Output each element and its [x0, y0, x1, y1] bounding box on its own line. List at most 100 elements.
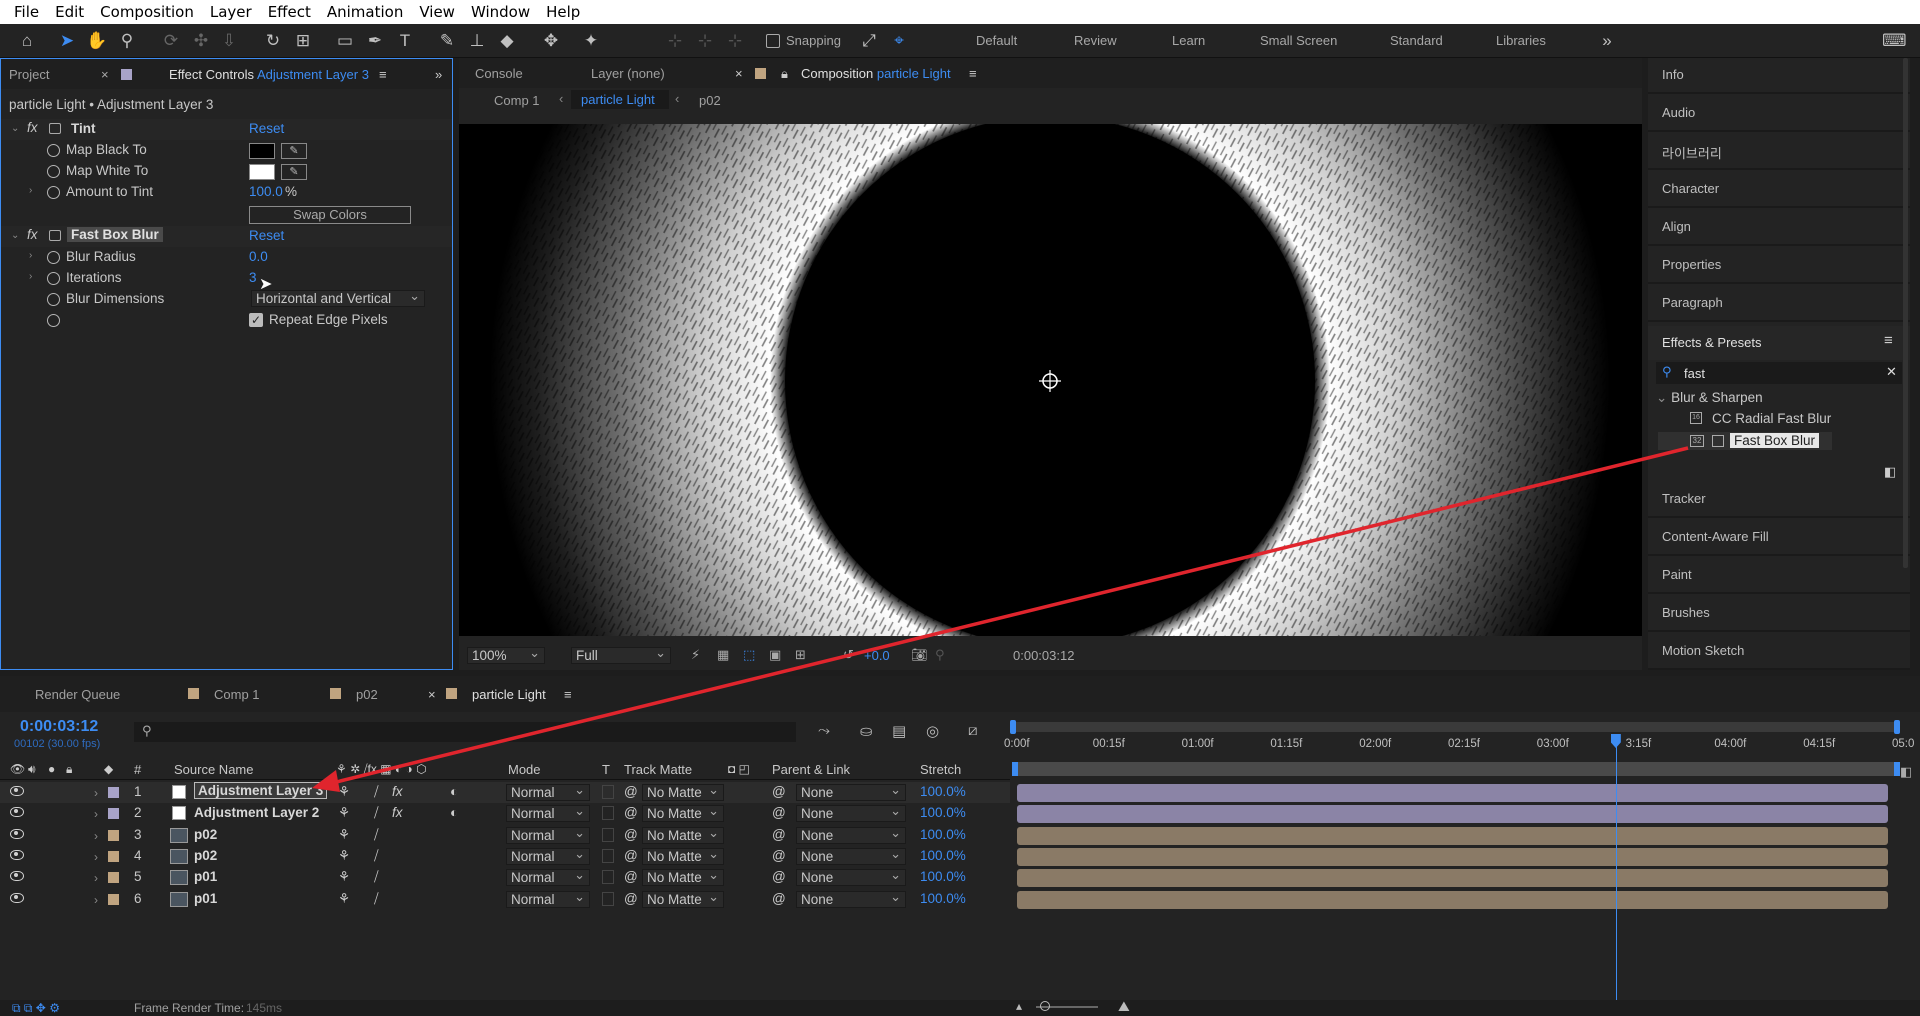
dolly-camera-icon[interactable]: ⇩ [218, 30, 240, 52]
track-matte-select[interactable]: No Matte [642, 803, 724, 823]
shy-switch-icon[interactable]: ⚘ [338, 784, 350, 800]
stopwatch-icon[interactable] [47, 293, 60, 306]
layer-source-name[interactable]: Adjustment Layer 3 [194, 782, 328, 799]
panel-4items_bottom[interactable]: Motion Sketch [1662, 643, 1744, 658]
snap-edges-icon[interactable]: ⤢ [858, 30, 880, 52]
quality-switch-icon[interactable]: ⧸ [374, 869, 379, 885]
parent-select[interactable]: None [796, 782, 906, 801]
pan-camera-icon[interactable]: ✣ [190, 30, 212, 52]
layer-duration-bar[interactable] [1017, 784, 1888, 802]
menu-view[interactable]: View [411, 3, 463, 21]
table-row[interactable]: › 3 p02 ⚘ ⧸ Normal @ No Matte @ None 100.0% [0, 825, 1010, 846]
transparency-grid-icon[interactable]: ▦ [717, 647, 729, 663]
frame-blending-icon[interactable]: ▤ [892, 722, 906, 740]
matte-pickwhip-icon[interactable]: @ [624, 891, 638, 906]
time-ruler[interactable]: 0:00f 00:15f 01:00f 01:15f 02:00f 02:15f 03:00… [1004, 734, 1914, 756]
visibility-eye-icon[interactable] [10, 871, 24, 882]
matte-pickwhip-icon[interactable]: @ [624, 784, 638, 799]
menu-animation[interactable]: Animation [319, 3, 411, 21]
layer-source-name[interactable]: p02 [194, 848, 217, 863]
matte-pickwhip-icon[interactable]: @ [624, 805, 638, 820]
resolution-select[interactable]: Full [571, 645, 671, 664]
parent-pickwhip-icon[interactable]: @ [772, 869, 786, 884]
stretch-value[interactable]: 100.0% [920, 805, 966, 820]
layer-label-color[interactable] [108, 872, 119, 884]
selection-tool-icon[interactable]: ➤ [56, 30, 78, 52]
fast-previews-icon[interactable]: ⚡ [691, 647, 700, 663]
table-row[interactable]: › 2 Adjustment Layer 2 ⚘ ⧸ fx ◐ Normal @ No Matte… [0, 803, 1010, 824]
parent-pickwhip-icon[interactable]: @ [772, 848, 786, 863]
draft-3d-icon[interactable]: ⛀ [860, 722, 873, 740]
quality-switch-icon[interactable]: ⧸ [374, 827, 379, 843]
layer-source-name[interactable]: Adjustment Layer 2 [194, 805, 319, 820]
stopwatch-icon[interactable] [47, 144, 60, 157]
collapse-chevron-icon[interactable]: ⌄ [11, 230, 19, 241]
effect-switch-icon[interactable]: fx [392, 784, 403, 799]
workspace-menu-icon[interactable]: ⌨ [1882, 30, 1907, 52]
layer-switches-toggle-icon[interactable]: ⧉ ⧉ ✥ ⚙ [12, 1001, 60, 1016]
viewer-timecode[interactable]: 0:00:03:12 [1013, 648, 1074, 663]
layer-source-name[interactable]: p02 [194, 827, 217, 842]
stopwatch-icon[interactable] [47, 165, 60, 178]
menu-file[interactable]: File [6, 3, 47, 21]
workspace-learn[interactable]: Learn [1172, 33, 1205, 48]
blur-radius-value[interactable]: 0.0 [249, 249, 268, 264]
layer-label-color[interactable] [108, 808, 119, 820]
close-icon[interactable]: × [428, 687, 436, 702]
stretch-value[interactable]: 100.0% [920, 869, 966, 884]
eraser-tool-icon[interactable]: ◆ [496, 30, 518, 52]
workspace-default[interactable]: Default [976, 33, 1017, 48]
parent-select[interactable]: None [796, 889, 906, 908]
shy-switch-icon[interactable]: ⚘ [338, 805, 350, 821]
expand-chevron-icon[interactable]: › [29, 271, 32, 282]
menu-effect[interactable]: Effect [260, 3, 319, 21]
blur-dimensions-select[interactable]: Horizontal and Vertical [251, 288, 425, 307]
layer-duration-bar[interactable] [1017, 805, 1888, 824]
effects-category[interactable]: ⌄ Blur & Sharpen [1656, 390, 1763, 406]
expand-chevron-icon[interactable]: › [94, 829, 98, 843]
composition-viewer[interactable] [459, 124, 1642, 636]
zoom-tool-icon[interactable]: ⚲ [116, 30, 138, 52]
show-snapshot-icon[interactable]: ⚲ [935, 647, 945, 663]
puppet-tool-icon[interactable]: ✦ [580, 30, 602, 52]
expand-chevron-icon[interactable]: › [94, 850, 98, 864]
panel-2items_bottom[interactable]: Paint [1662, 567, 1692, 582]
snap-features-icon[interactable]: ⌖ [888, 30, 910, 52]
zoom-select[interactable]: 100% [467, 645, 545, 664]
quality-switch-icon[interactable]: ⧸ [374, 848, 379, 864]
quality-switch-icon[interactable]: ⧸ [374, 805, 379, 821]
grid-guides-icon[interactable]: ⊞ [795, 647, 806, 663]
effects-search-field[interactable]: ⚲ fast ✕ [1656, 362, 1902, 384]
stretch-value[interactable]: 100.0% [920, 891, 966, 906]
eyedropper-icon[interactable]: ✎ [281, 143, 307, 159]
panel-menu-icon[interactable]: ≡ [564, 687, 572, 702]
table-row[interactable]: › 5 p01 ⚘ ⧸ Normal @ No Matte @ None 100.0% [0, 867, 1010, 888]
layer-source-name[interactable]: p01 [194, 869, 217, 884]
track-matte-select[interactable]: No Matte [642, 889, 724, 908]
preserve-transparency-toggle[interactable] [602, 891, 614, 906]
parent-pickwhip-icon[interactable]: @ [772, 805, 786, 820]
visibility-eye-icon[interactable] [10, 786, 24, 796]
layer-label-color[interactable] [108, 893, 119, 905]
rotation-tool-icon[interactable]: ↻ [262, 30, 284, 52]
region-of-interest-icon[interactable]: ▣ [769, 647, 781, 663]
expand-chevron-icon[interactable]: › [94, 807, 98, 821]
swap-colors-button[interactable]: Swap Colors [249, 206, 411, 224]
expand-chevron-icon[interactable]: › [94, 786, 98, 800]
parent-pickwhip-icon[interactable]: @ [772, 891, 786, 906]
zoom-out-icon[interactable]: ▴ [1016, 999, 1022, 1013]
track-matte-select[interactable]: No Matte [642, 867, 724, 887]
blend-mode-select[interactable]: Normal [506, 889, 590, 908]
tab-particle-light[interactable]: particle Light [472, 687, 546, 702]
stopwatch-icon[interactable] [47, 186, 60, 199]
type-tool-icon[interactable]: T [394, 30, 416, 52]
parent-select[interactable]: None [796, 825, 906, 844]
blend-mode-select[interactable]: Normal [506, 846, 590, 865]
rectangle-tool-icon[interactable]: ▭ [334, 30, 356, 52]
panel-1items_top[interactable]: Audio [1662, 105, 1695, 120]
stopwatch-icon[interactable] [47, 251, 60, 264]
more-workspaces-icon[interactable]: » [1596, 30, 1618, 52]
close-icon[interactable]: × [735, 66, 743, 81]
panel-menu-icon[interactable]: ≡ [1884, 332, 1893, 349]
quality-switch-icon[interactable]: ⧸ [374, 784, 379, 800]
